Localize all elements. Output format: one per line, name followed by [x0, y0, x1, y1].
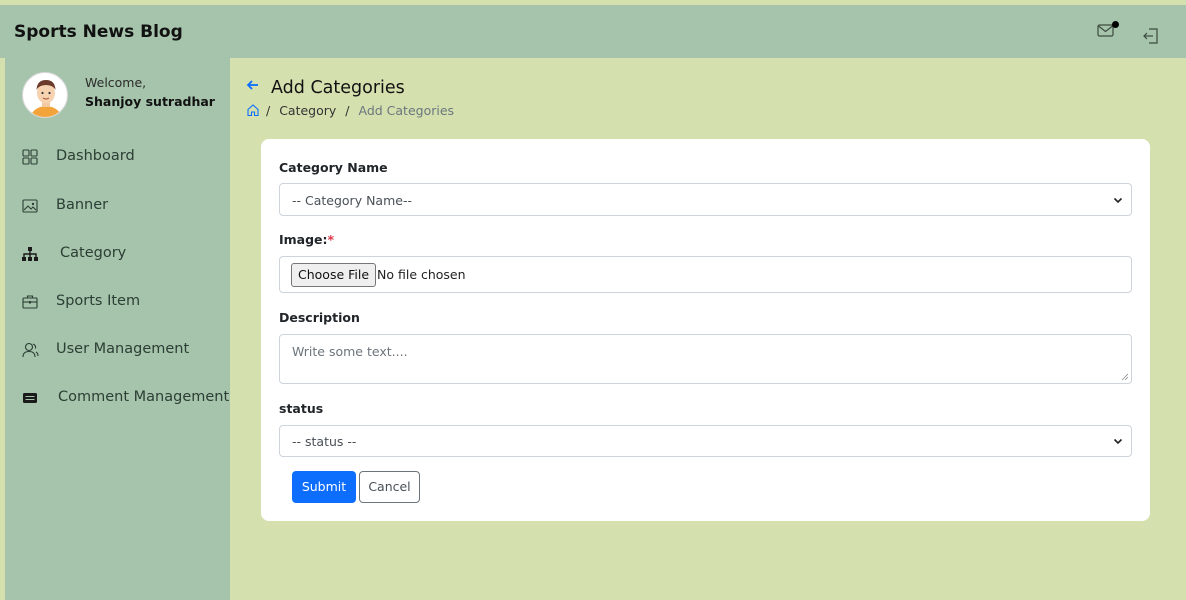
chevron-down-icon	[1113, 438, 1123, 445]
sidebar-item-label: Category	[60, 245, 127, 261]
image-file-input[interactable]: Choose File No file chosen	[279, 256, 1132, 293]
sidebar-item-label: Sports Item	[56, 293, 141, 309]
breadcrumb-separator: /	[345, 103, 350, 118]
user-name: Shanjoy sutradhar	[85, 94, 215, 109]
comment-card-icon	[23, 393, 37, 403]
back-arrow-icon[interactable]	[245, 77, 261, 93]
image-label: Image:*	[279, 232, 334, 247]
page-title: Add Categories	[271, 78, 405, 98]
sidebar-item-user-management[interactable]: User Management	[5, 333, 230, 369]
breadcrumb-current: Add Categories	[358, 103, 455, 118]
breadcrumb-category-link[interactable]: Category	[279, 103, 336, 118]
sidebar-item-label: User Management	[56, 341, 190, 357]
sidebar-item-comment-management[interactable]: Comment Management	[5, 381, 230, 417]
choose-file-button[interactable]: Choose File	[291, 263, 377, 287]
briefcase-icon	[22, 295, 38, 309]
add-category-form-card: Category Name -- Category Name-- Image:*…	[261, 139, 1150, 521]
image-label-text: Image:	[279, 232, 328, 247]
top-header: Sports News Blog	[0, 5, 1186, 58]
status-label: status	[279, 401, 324, 416]
resize-grip-icon[interactable]	[1121, 373, 1129, 381]
notification-dot	[1112, 21, 1119, 28]
sidebar-item-label: Banner	[56, 197, 109, 213]
breadcrumb: / Category / Add Categories	[266, 103, 454, 118]
breadcrumb-separator: /	[266, 103, 271, 118]
category-name-select[interactable]: -- Category Name--	[279, 183, 1132, 216]
sidebar-item-banner[interactable]: Banner	[5, 189, 230, 225]
status-selected: -- status --	[292, 434, 357, 449]
category-name-label: Category Name	[279, 160, 388, 175]
sidebar: Welcome, Shanjoy sutradhar Dashboard Ban…	[5, 58, 230, 600]
sidebar-item-dashboard[interactable]: Dashboard	[5, 140, 230, 176]
sidebar-item-label: Comment Management	[58, 389, 230, 405]
status-select[interactable]: -- status --	[279, 425, 1132, 457]
users-icon	[22, 342, 39, 358]
description-placeholder: Write some text....	[292, 344, 408, 359]
app-title[interactable]: Sports News Blog	[14, 22, 183, 42]
description-label: Description	[279, 310, 360, 325]
category-name-selected: -- Category Name--	[292, 193, 412, 208]
sidebar-item-sports-item[interactable]: Sports Item	[5, 285, 230, 321]
submit-button[interactable]: Submit	[292, 471, 356, 503]
sidebar-item-category[interactable]: Category	[5, 237, 230, 273]
sitemap-icon	[22, 247, 38, 261]
cancel-button[interactable]: Cancel	[359, 471, 420, 503]
home-icon[interactable]	[246, 103, 260, 117]
dashboard-grid-icon	[22, 149, 38, 165]
chevron-down-icon	[1113, 197, 1123, 204]
required-asterisk: *	[327, 232, 335, 247]
image-icon	[22, 199, 38, 213]
logout-icon[interactable]	[1142, 27, 1160, 45]
file-status-text: No file chosen	[377, 267, 466, 282]
welcome-text: Welcome,	[85, 75, 147, 90]
avatar[interactable]	[22, 72, 68, 118]
description-textarea[interactable]: Write some text....	[279, 334, 1132, 384]
sidebar-item-label: Dashboard	[56, 148, 135, 164]
